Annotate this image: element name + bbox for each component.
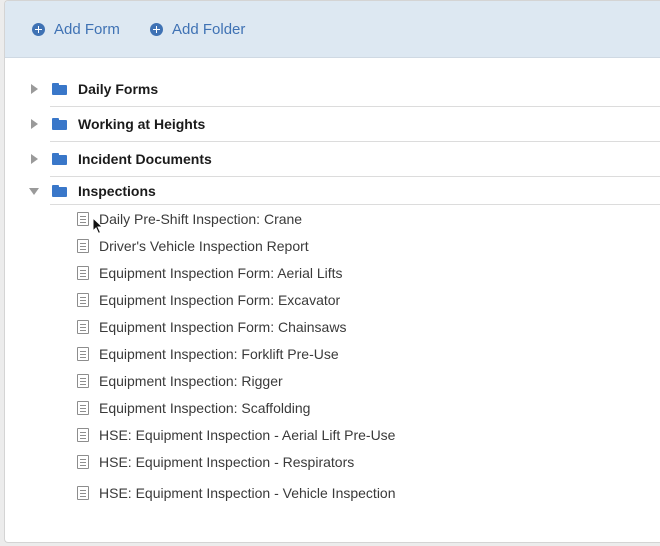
folder-daily-forms[interactable]: Daily Forms: [25, 72, 660, 106]
form-item[interactable]: Daily Pre-Shift Inspection: Crane: [77, 209, 302, 229]
form-item[interactable]: HSE: Equipment Inspection - Vehicle Insp…: [77, 483, 396, 503]
folder-incident-documents[interactable]: Incident Documents: [25, 142, 660, 176]
mouse-pointer-icon: [92, 217, 104, 235]
document-icon: [77, 486, 89, 500]
form-label: HSE: Equipment Inspection - Vehicle Insp…: [99, 485, 396, 501]
form-item[interactable]: Equipment Inspection Form: Aerial Lifts: [77, 263, 343, 283]
document-icon: [77, 239, 89, 253]
form-label: Equipment Inspection Form: Excavator: [99, 292, 341, 308]
form-label: HSE: Equipment Inspection - Respirators: [99, 454, 355, 470]
add-folder-button[interactable]: Add Folder: [150, 19, 245, 39]
document-icon: [77, 374, 89, 388]
form-item[interactable]: Equipment Inspection: Forklift Pre-Use: [77, 344, 339, 364]
folder-label: Working at Heights: [78, 116, 206, 132]
folder-icon: [52, 153, 67, 165]
plus-circle-icon: [32, 22, 45, 36]
form-label: HSE: Equipment Inspection - Aerial Lift …: [99, 427, 396, 443]
add-folder-label: Add Folder: [172, 20, 246, 38]
folder-label: Daily Forms: [78, 81, 159, 97]
form-label: Equipment Inspection: Scaffolding: [99, 400, 311, 416]
document-icon: [77, 320, 89, 334]
form-label: Equipment Inspection: Forklift Pre-Use: [99, 346, 339, 362]
form-item[interactable]: Equipment Inspection: Rigger: [77, 371, 283, 391]
document-icon: [77, 212, 89, 226]
collapse-arrow-icon[interactable]: [29, 186, 39, 196]
form-label: Equipment Inspection: Rigger: [99, 373, 283, 389]
form-item[interactable]: Equipment Inspection Form: Chainsaws: [77, 317, 346, 337]
form-label: Equipment Inspection Form: Aerial Lifts: [99, 265, 343, 281]
document-icon: [77, 293, 89, 307]
folder-icon: [52, 185, 67, 197]
toolbar: Add Form Add Folder: [5, 1, 660, 58]
document-icon: [77, 455, 89, 469]
add-form-button[interactable]: Add Form: [32, 19, 120, 39]
add-form-label: Add Form: [54, 20, 120, 38]
divider: [50, 204, 660, 205]
document-icon: [77, 266, 89, 280]
folder-icon: [52, 118, 67, 130]
form-item[interactable]: HSE: Equipment Inspection - Aerial Lift …: [77, 425, 395, 445]
document-icon: [77, 401, 89, 415]
form-item[interactable]: Equipment Inspection: Scaffolding: [77, 398, 310, 418]
form-item[interactable]: HSE: Equipment Inspection - Respirators: [77, 452, 354, 472]
expand-arrow-icon[interactable]: [29, 154, 39, 164]
forms-panel: Add Form Add Folder Daily Forms Working …: [4, 0, 660, 543]
folder-working-at-heights[interactable]: Working at Heights: [25, 107, 660, 141]
folder-icon: [52, 83, 67, 95]
expand-arrow-icon[interactable]: [29, 84, 39, 94]
document-icon: [77, 428, 89, 442]
folder-inspections[interactable]: Inspections: [25, 174, 660, 208]
form-label: Daily Pre-Shift Inspection: Crane: [99, 211, 303, 227]
form-item[interactable]: Driver's Vehicle Inspection Report: [77, 236, 309, 256]
form-label: Equipment Inspection Form: Chainsaws: [99, 319, 347, 335]
plus-circle-icon: [150, 22, 163, 36]
folder-label: Inspections: [78, 183, 156, 199]
expand-arrow-icon[interactable]: [29, 119, 39, 129]
document-icon: [77, 347, 89, 361]
folder-label: Incident Documents: [78, 151, 212, 167]
form-item[interactable]: Equipment Inspection Form: Excavator: [77, 290, 340, 310]
form-label: Driver's Vehicle Inspection Report: [99, 238, 309, 254]
